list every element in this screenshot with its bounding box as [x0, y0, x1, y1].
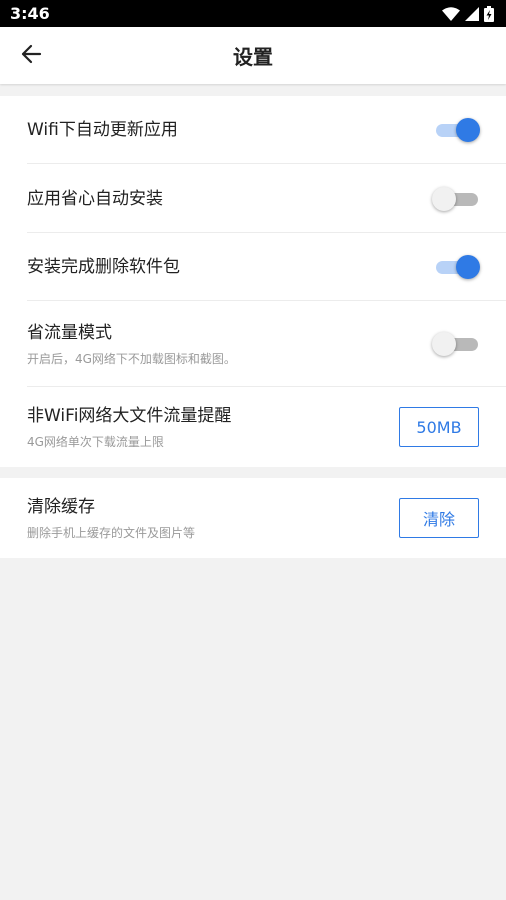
delete-package-toggle[interactable] [436, 254, 480, 280]
status-bar: 3:46 [0, 0, 506, 27]
setting-row-delete-package: 安装完成删除软件包 [0, 233, 506, 301]
data-saver-toggle[interactable] [432, 331, 478, 357]
setting-title: 安装完成删除软件包 [27, 257, 180, 277]
status-icons [442, 5, 494, 22]
toggle-thumb [432, 332, 456, 356]
setting-row-wifi-update: Wifi下自动更新应用 [0, 96, 506, 164]
setting-subtitle: 开启后，4G网络下不加载图标和截图。 [27, 352, 236, 366]
setting-row-large-file-alert: 非WiFi网络大文件流量提醒 4G网络单次下载流量上限 50MB [0, 387, 506, 467]
signal-icon [465, 6, 479, 21]
battery-icon [484, 5, 494, 22]
setting-subtitle: 删除手机上缓存的文件及图片等 [27, 526, 196, 540]
setting-title: 应用省心自动安装 [27, 188, 163, 209]
wifi-update-toggle[interactable] [436, 117, 480, 143]
setting-row-clear-cache: 清除缓存 删除手机上缓存的文件及图片等 清除 [0, 478, 506, 558]
cache-section: 清除缓存 删除手机上缓存的文件及图片等 清除 [0, 478, 506, 558]
toggle-thumb [456, 255, 480, 279]
setting-title: 非WiFi网络大文件流量提醒 [27, 406, 232, 426]
settings-section: Wifi下自动更新应用 应用省心自动安装 安装完成删除软件包 省流量模式 开启后… [0, 96, 506, 467]
clear-cache-button[interactable]: 清除 [399, 498, 479, 538]
auto-install-toggle[interactable] [432, 186, 478, 212]
wifi-icon [442, 6, 460, 21]
setting-title: Wifi下自动更新应用 [27, 120, 178, 140]
download-limit-button[interactable]: 50MB [399, 407, 479, 447]
page-title: 设置 [233, 45, 273, 69]
toggle-thumb [456, 118, 480, 142]
setting-title: 清除缓存 [27, 497, 95, 517]
arrow-left-icon [20, 43, 42, 69]
setting-row-data-saver: 省流量模式 开启后，4G网络下不加载图标和截图。 [0, 301, 506, 387]
setting-subtitle: 4G网络单次下载流量上限 [27, 435, 164, 449]
status-time: 3:46 [10, 4, 50, 23]
app-bar: 设置 [0, 27, 506, 84]
toggle-thumb [432, 186, 456, 211]
setting-title: 省流量模式 [27, 323, 112, 343]
setting-row-auto-install: 应用省心自动安装 [0, 164, 506, 233]
back-button[interactable] [16, 41, 46, 71]
